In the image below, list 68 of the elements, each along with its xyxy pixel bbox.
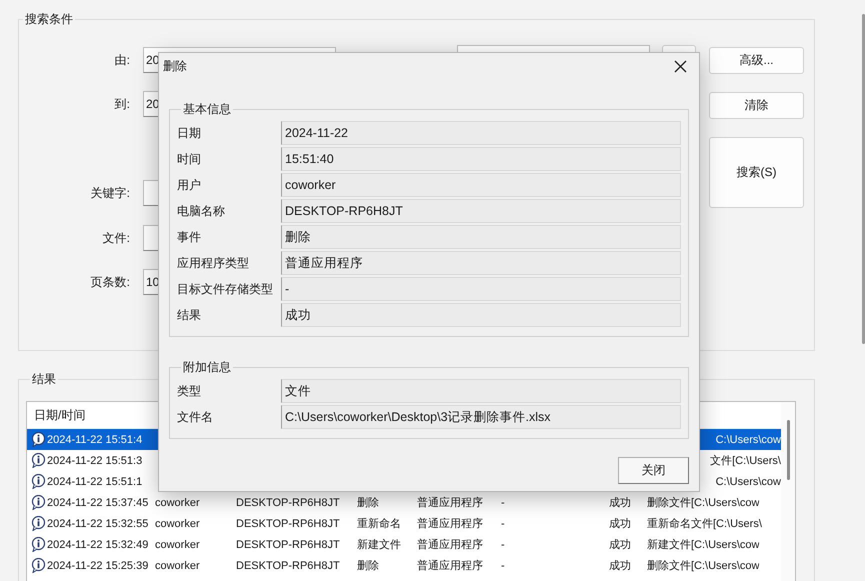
table-cell-text: - — [501, 538, 506, 550]
table-cell-text: 删除文件[C:\Users\cow — [647, 558, 760, 573]
value-field: C:\Users\coworker\Desktop\3记录删除事件.xlsx — [281, 405, 681, 429]
table-cell-text: coworker — [155, 538, 201, 550]
table-cell: C:\Users\cow — [716, 434, 781, 446]
field-label: 文件: — [102, 230, 130, 246]
field-label: 到: — [114, 96, 130, 112]
field-label: 关键字: — [90, 184, 130, 202]
table-cell-text: 2024-11-22 15:25:39 — [47, 560, 150, 572]
table-cell-text: 重新命名文件[C:\Users\ — [647, 516, 762, 531]
table-cell-text: 普通应用程序 — [417, 558, 484, 573]
table-cell-text: DESKTOP-RP6H8JT — [236, 496, 341, 508]
table-cell-text: 删除 — [357, 559, 380, 573]
table-cell-text: - — [501, 518, 506, 530]
table-cell-text: 成功 — [609, 517, 632, 531]
field-label: 应用程序类型 — [177, 254, 250, 272]
field-label: 用户 — [177, 176, 202, 194]
field-label: 事件 — [177, 228, 202, 246]
value-field: 普通应用程序 — [281, 251, 681, 275]
table-cell-text: 成功 — [609, 559, 632, 573]
field-label: 目标文件存储类型 — [177, 280, 274, 298]
table-cell-text: 2024-11-22 15:32:49 — [47, 538, 150, 550]
table-cell-text: 删除 — [357, 496, 380, 510]
field-label: 时间 — [177, 150, 202, 168]
field-label: 结果 — [177, 306, 202, 324]
value-field: - — [281, 277, 681, 301]
field-label: 文件名 — [177, 408, 214, 426]
table-cell-text: 重新命名 — [357, 516, 402, 531]
table-cell-text: DESKTOP-RP6H8JT — [236, 538, 341, 550]
group-title: 搜索条件 — [24, 11, 74, 28]
table-cell-text: 普通应用程序 — [417, 516, 484, 531]
table-cell: C:\Users\cow — [716, 476, 781, 488]
table-cell-text: 文件[C:\Users\ — [710, 454, 781, 468]
table-cell-text: coworker — [155, 518, 201, 530]
field-label: 电脑名称 — [177, 202, 226, 220]
value-field: 删除 — [281, 225, 681, 249]
group-title: 结果 — [31, 371, 57, 388]
dialog-title: 删除 — [163, 58, 187, 74]
table-cell-text: 普通应用程序 — [417, 496, 484, 510]
table-cell-text: 成功 — [609, 538, 632, 552]
value-field: 文件 — [281, 379, 681, 403]
table-cell-text: DESKTOP-RP6H8JT — [236, 560, 341, 572]
field-label: 页条数: — [90, 274, 130, 290]
table-cell-text: 2024-11-22 15:32:55 — [47, 518, 150, 530]
field-label: 日期 — [177, 124, 202, 142]
table-cell-text: coworker — [155, 496, 201, 508]
value-field: 2024-11-22 — [281, 121, 681, 145]
table-cell-text: 成功 — [609, 496, 632, 510]
field-label: 由: — [114, 52, 130, 68]
table-cell-text: 新建文件[C:\Users\cow — [647, 538, 760, 552]
value-field: 成功 — [281, 303, 681, 327]
value-field: coworker — [281, 173, 681, 197]
table-cell-text: coworker — [155, 560, 201, 572]
table-cell: 2024-11-22 15:51:4 — [47, 434, 142, 446]
table-cell-text: 普通应用程序 — [417, 538, 484, 552]
value-field: 15:51:40 — [281, 147, 681, 171]
group-title: 基本信息 — [182, 101, 232, 118]
table-cell-text: 删除文件[C:\Users\cow — [647, 496, 760, 510]
table-cell-text: 新建文件 — [357, 538, 402, 552]
table-cell-text: - — [501, 560, 506, 572]
table-cell-text: 2024-11-22 15:37:45 — [47, 496, 150, 508]
table-cell: 2024-11-22 15:51:1 — [47, 476, 142, 488]
value-field: DESKTOP-RP6H8JT — [281, 199, 681, 223]
table-cell-text: DESKTOP-RP6H8JT — [236, 518, 341, 530]
group-title: 附加信息 — [182, 359, 232, 376]
table-cell-text: - — [501, 496, 506, 508]
table-cell: 2024-11-22 15:51:3 — [47, 454, 142, 466]
field-label: 类型 — [177, 382, 202, 400]
